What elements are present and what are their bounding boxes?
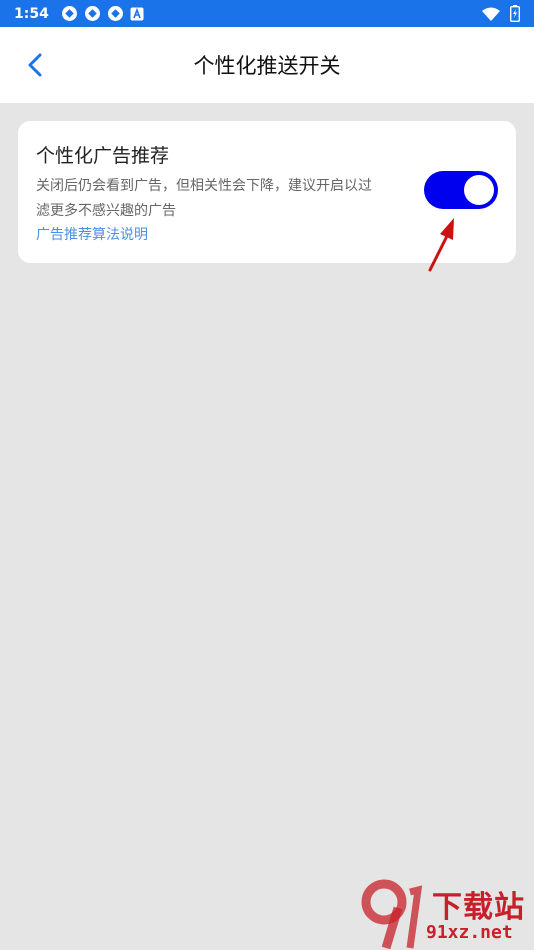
chevron-left-icon[interactable] [22, 51, 50, 79]
app-header: 个性化推送开关 [0, 27, 534, 103]
status-bar: 1:54 [0, 0, 534, 27]
algorithm-info-link[interactable]: 广告推荐算法说明 [36, 224, 148, 244]
shutter-icon [61, 6, 77, 21]
wifi-icon [482, 7, 500, 21]
a-badge-icon [130, 7, 144, 20]
ad-recommendation-toggle[interactable] [424, 171, 498, 209]
watermark-domain: 91xz.net [426, 922, 513, 943]
watermark: 下载站 91xz.net [360, 878, 534, 950]
battery-charging-icon [510, 5, 520, 22]
notification-icons [61, 5, 144, 22]
red-arrow-annotation [428, 218, 454, 272]
system-icons [482, 5, 520, 22]
setting-title: 个性化广告推荐 [36, 145, 170, 167]
shutter-icon [107, 6, 123, 21]
shutter-icon [84, 6, 100, 21]
page-title: 个性化推送开关 [193, 54, 341, 78]
watermark-brand: 下载站 [432, 890, 525, 925]
watermark-logo-icon [361, 879, 423, 950]
status-time: 1:54 [14, 5, 49, 22]
setting-description: 关闭后仍会看到广告，但相关性会下降，建议开启以过滤更多不感兴趣的广告 [36, 178, 372, 219]
toggle-knob [464, 175, 494, 205]
